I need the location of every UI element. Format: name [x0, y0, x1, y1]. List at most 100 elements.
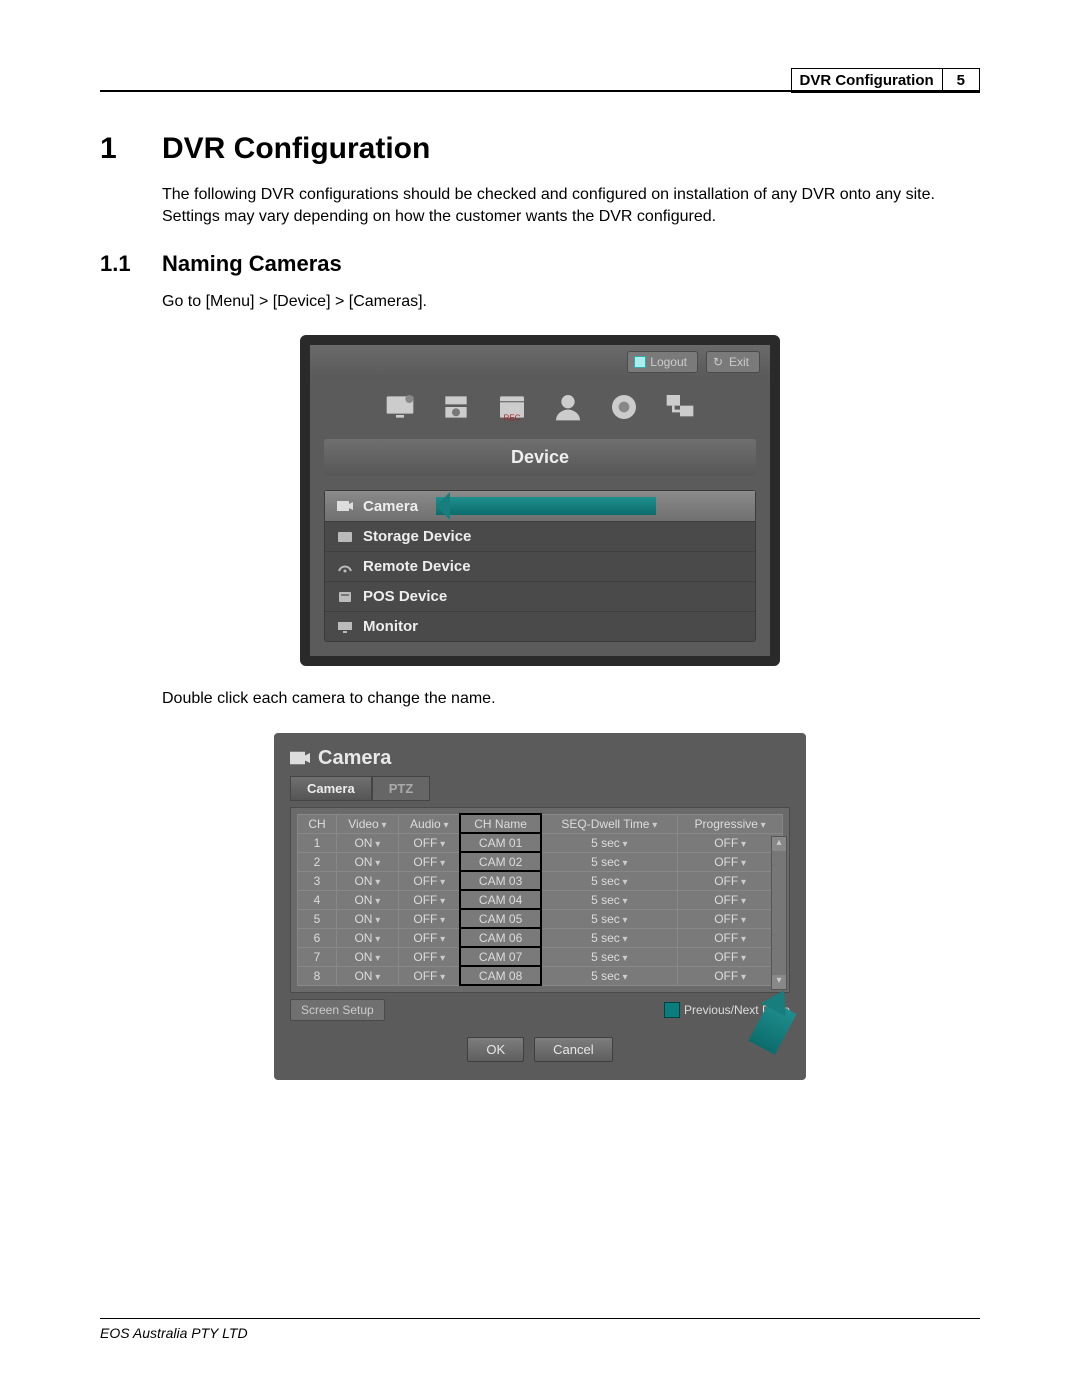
cell-video[interactable]: ON [337, 966, 399, 985]
table-row: 7ONOFFCAM 075 secOFF [298, 947, 783, 966]
camera-table: CH Video Audio CH Name SEQ-Dwell Time Pr… [297, 814, 783, 986]
step1-text: Go to [Menu] > [Device] > [Cameras]. [162, 291, 980, 313]
screen-setup-button[interactable]: Screen Setup [290, 999, 385, 1021]
col-progressive[interactable]: Progressive [678, 814, 783, 833]
cell-chname[interactable]: CAM 08 [460, 966, 541, 985]
h1-number: 1 [100, 132, 134, 166]
cell-ch: 4 [298, 890, 337, 909]
h2-number: 1.1 [100, 251, 140, 277]
cell-chname[interactable]: CAM 01 [460, 833, 541, 852]
cell-audio[interactable]: OFF [398, 909, 460, 928]
exit-button[interactable]: Exit [706, 351, 760, 373]
schedule-icon[interactable]: REC [493, 391, 531, 423]
scrollbar[interactable]: ▴ ▾ [771, 836, 787, 990]
col-chname: CH Name [460, 814, 541, 833]
cell-chname[interactable]: CAM 02 [460, 852, 541, 871]
cell-seq[interactable]: 5 sec [541, 947, 678, 966]
cell-prog[interactable]: OFF [678, 833, 783, 852]
page-footer: EOS Australia PTY LTD [100, 1318, 980, 1341]
cell-video[interactable]: ON [337, 852, 399, 871]
cell-chname[interactable]: CAM 05 [460, 909, 541, 928]
table-row: 2ONOFFCAM 025 secOFF [298, 852, 783, 871]
storage-icon [337, 530, 353, 544]
cell-seq[interactable]: 5 sec [541, 852, 678, 871]
cell-chname[interactable]: CAM 07 [460, 947, 541, 966]
cell-ch: 2 [298, 852, 337, 871]
step2-text: Double click each camera to change the n… [162, 688, 980, 710]
menu-item-storage[interactable]: Storage Device [325, 522, 755, 552]
menu-item-camera[interactable]: Camera [325, 491, 755, 522]
cell-video[interactable]: ON [337, 871, 399, 890]
cell-prog[interactable]: OFF [678, 852, 783, 871]
menu-item-monitor[interactable]: Monitor [325, 612, 755, 641]
menu-item-label: Storage Device [363, 528, 471, 545]
cell-audio[interactable]: OFF [398, 966, 460, 985]
display-icon[interactable] [381, 391, 419, 423]
menu-item-pos[interactable]: POS Device [325, 582, 755, 612]
camera-config-screenshot: Camera Camera PTZ CH Video Audio CH Name… [274, 733, 806, 1080]
cell-prog[interactable]: OFF [678, 928, 783, 947]
menu-item-label: POS Device [363, 588, 447, 605]
cell-video[interactable]: ON [337, 890, 399, 909]
cell-ch: 8 [298, 966, 337, 985]
table-row: 6ONOFFCAM 065 secOFF [298, 928, 783, 947]
cell-seq[interactable]: 5 sec [541, 871, 678, 890]
menu-item-remote[interactable]: Remote Device [325, 552, 755, 582]
table-row: 4ONOFFCAM 045 secOFF [298, 890, 783, 909]
cell-seq[interactable]: 5 sec [541, 890, 678, 909]
record-icon[interactable] [605, 391, 643, 423]
camera-icon [290, 750, 310, 766]
network-icon[interactable] [661, 391, 699, 423]
menu-item-label: Remote Device [363, 558, 471, 575]
prev-next-pager[interactable]: Previous/Next Page [664, 1002, 790, 1018]
col-ch: CH [298, 814, 337, 833]
cell-prog[interactable]: OFF [678, 909, 783, 928]
camera-title: Camera [318, 747, 391, 770]
cell-seq[interactable]: 5 sec [541, 966, 678, 985]
cell-chname[interactable]: CAM 04 [460, 890, 541, 909]
cell-audio[interactable]: OFF [398, 871, 460, 890]
cell-audio[interactable]: OFF [398, 947, 460, 966]
pos-icon [337, 590, 353, 604]
scroll-up-icon[interactable]: ▴ [772, 837, 786, 851]
ok-button[interactable]: OK [467, 1037, 524, 1062]
cell-ch: 6 [298, 928, 337, 947]
cell-ch: 1 [298, 833, 337, 852]
cancel-button[interactable]: Cancel [534, 1037, 612, 1062]
cell-prog[interactable]: OFF [678, 966, 783, 985]
cell-video[interactable]: ON [337, 928, 399, 947]
cell-audio[interactable]: OFF [398, 928, 460, 947]
cell-prog[interactable]: OFF [678, 871, 783, 890]
cell-audio[interactable]: OFF [398, 833, 460, 852]
table-row: 1ONOFFCAM 015 secOFF [298, 833, 783, 852]
device-header: Device [324, 439, 756, 476]
monitor-icon [337, 620, 353, 634]
h2-title: Naming Cameras [162, 251, 342, 277]
cell-seq[interactable]: 5 sec [541, 909, 678, 928]
cell-seq[interactable]: 5 sec [541, 928, 678, 947]
cell-seq[interactable]: 5 sec [541, 833, 678, 852]
device-icon[interactable] [437, 391, 475, 423]
col-audio[interactable]: Audio [398, 814, 460, 833]
table-row: 3ONOFFCAM 035 secOFF [298, 871, 783, 890]
tab-camera[interactable]: Camera [290, 776, 372, 801]
col-seq[interactable]: SEQ-Dwell Time [541, 814, 678, 833]
table-row: 8ONOFFCAM 085 secOFF [298, 966, 783, 985]
cell-video[interactable]: ON [337, 909, 399, 928]
cell-audio[interactable]: OFF [398, 852, 460, 871]
cell-ch: 7 [298, 947, 337, 966]
logout-button[interactable]: Logout [627, 351, 698, 373]
cell-audio[interactable]: OFF [398, 890, 460, 909]
col-video[interactable]: Video [337, 814, 399, 833]
cell-video[interactable]: ON [337, 833, 399, 852]
cell-prog[interactable]: OFF [678, 890, 783, 909]
cell-video[interactable]: ON [337, 947, 399, 966]
cell-chname[interactable]: CAM 06 [460, 928, 541, 947]
cell-prog[interactable]: OFF [678, 947, 783, 966]
menu-item-label: Monitor [363, 618, 418, 635]
cell-chname[interactable]: CAM 03 [460, 871, 541, 890]
user-icon[interactable] [549, 391, 587, 423]
highlight-arrow-icon [436, 497, 656, 515]
tab-ptz[interactable]: PTZ [372, 776, 431, 801]
pager-icon [664, 1002, 680, 1018]
